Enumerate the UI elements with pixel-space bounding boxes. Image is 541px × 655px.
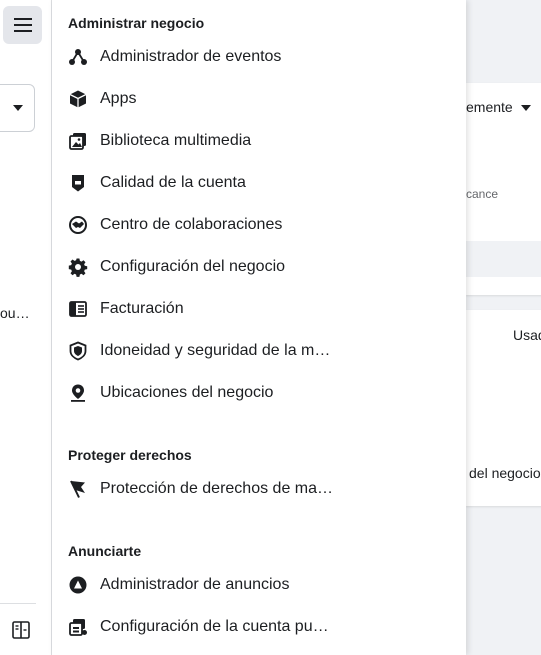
menu-item-label: Ubicaciones del negocio [100, 384, 274, 401]
ad-account-settings-icon [66, 615, 90, 639]
menu-item-configuracion-cuenta-publicitaria[interactable]: Configuración de la cuenta pu… [60, 607, 440, 647]
all-tools-menu: Administrar negocio Administrador de eve… [52, 0, 466, 655]
menu-item-label: Configuración del negocio [100, 258, 286, 275]
left-rail: ou… [0, 0, 52, 655]
background-small-text: cance [466, 187, 499, 201]
menu-item-label: Centro de colaboraciones [100, 216, 283, 233]
rail-truncated-text[interactable]: ou… [0, 305, 30, 321]
background-business-label[interactable]: del negocio [469, 465, 541, 481]
menu-item-administrador-de-eventos[interactable]: Administrador de eventos [60, 37, 440, 77]
section-title-proteger-derechos: Proteger derechos [68, 447, 192, 463]
location-pin-icon [66, 381, 90, 405]
caret-down-icon [13, 105, 23, 111]
menu-item-proteccion-de-derechos[interactable]: Protección de derechos de ma… [60, 469, 440, 509]
menu-item-label: Administrador de eventos [100, 48, 282, 65]
cube-icon [66, 87, 90, 111]
menu-item-label: Biblioteca multimedia [100, 132, 252, 149]
menu-item-facturacion[interactable]: Facturación [60, 289, 440, 329]
section-title-anunciarte: Anunciarte [68, 543, 142, 559]
panel-toggle-icon[interactable] [11, 620, 31, 640]
rail-divider [0, 603, 36, 604]
background-right-label: Usad [513, 327, 541, 343]
background-card: emente cance [466, 83, 541, 295]
menu-item-biblioteca-multimedia[interactable]: Biblioteca multimedia [60, 121, 440, 161]
menu-toggle-button[interactable] [3, 6, 42, 44]
menu-item-label: Administrador de anuncios [100, 576, 290, 593]
background-header [466, 0, 541, 80]
menu-item-apps[interactable]: Apps [60, 79, 440, 119]
hamburger-icon [13, 18, 32, 32]
menu-item-label: Configuración de la cuenta pu… [100, 618, 329, 635]
shield-icon [66, 339, 90, 363]
menu-item-configuracion-del-negocio[interactable]: Configuración del negocio [60, 247, 440, 287]
flag-icon [66, 477, 90, 501]
menu-item-idoneidad-y-seguridad[interactable]: Idoneidad y seguridad de la m… [60, 331, 440, 371]
handshake-icon [66, 213, 90, 237]
billing-icon [66, 297, 90, 321]
media-library-icon [66, 129, 90, 153]
section-title-administrar-negocio: Administrar negocio [68, 15, 205, 31]
background-selector-text[interactable]: emente [466, 99, 513, 115]
menu-item-calidad-de-la-cuenta[interactable]: Calidad de la cuenta [60, 163, 440, 203]
menu-item-label: Apps [100, 90, 137, 107]
account-quality-icon [66, 171, 90, 195]
event-manager-icon [66, 45, 90, 69]
rail-dropdown[interactable] [0, 84, 35, 132]
background-card-secondary: Usad del negocio [466, 310, 541, 506]
menu-item-centro-de-colaboraciones[interactable]: Centro de colaboraciones [60, 205, 440, 245]
menu-item-label: Idoneidad y seguridad de la m… [100, 342, 331, 359]
gear-icon [66, 255, 90, 279]
menu-item-administrador-de-anuncios[interactable]: Administrador de anuncios [60, 565, 440, 605]
background-grey-row [466, 241, 541, 277]
menu-item-label: Calidad de la cuenta [100, 174, 246, 191]
menu-item-label: Protección de derechos de ma… [100, 480, 334, 497]
menu-item-label: Facturación [100, 300, 184, 317]
caret-down-icon[interactable] [521, 105, 531, 111]
menu-item-ubicaciones-del-negocio[interactable]: Ubicaciones del negocio [60, 373, 440, 413]
ads-manager-icon [66, 573, 90, 597]
